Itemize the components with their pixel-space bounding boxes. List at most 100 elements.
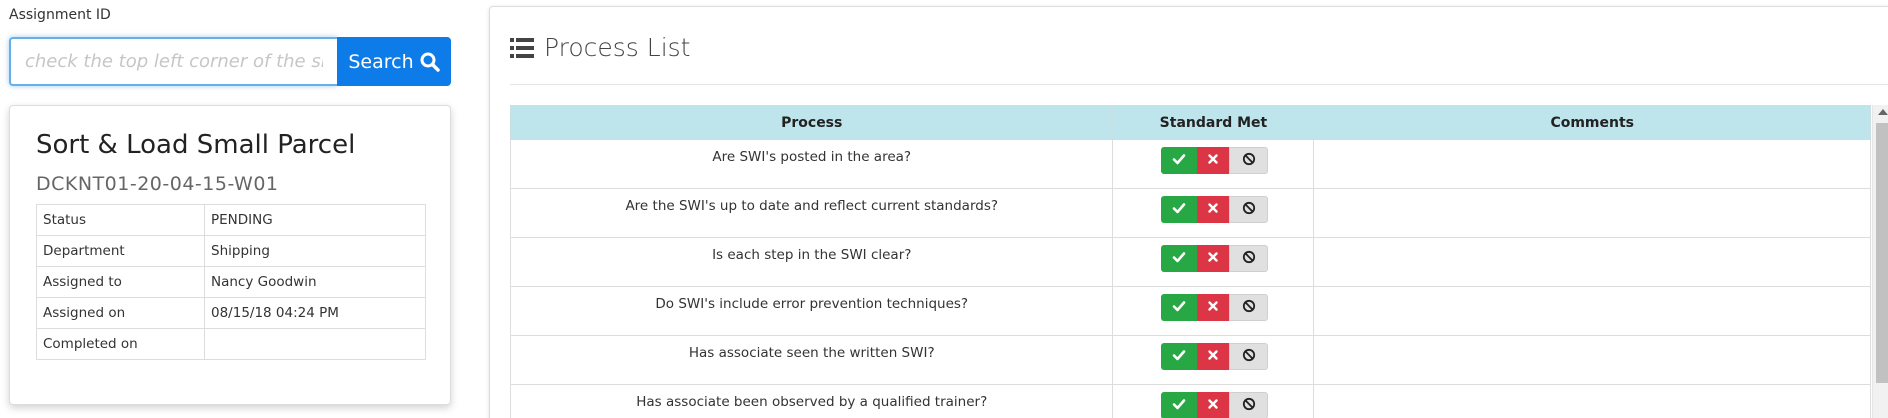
standard-met-cell xyxy=(1112,286,1315,336)
met-button[interactable] xyxy=(1161,343,1198,370)
details-row: Completed on xyxy=(36,328,426,360)
times-icon xyxy=(1206,348,1220,366)
details-row: Department Shipping xyxy=(36,235,426,267)
process-text: Is each step in the SWI clear? xyxy=(510,237,1114,287)
process-text: Are the SWI's up to date and reflect cur… xyxy=(510,188,1114,238)
scroll-up-arrow[interactable] xyxy=(1878,109,1888,115)
not-applicable-button[interactable] xyxy=(1229,392,1269,418)
standard-met-cell xyxy=(1112,384,1315,418)
comments-cell[interactable] xyxy=(1313,286,1871,336)
comments-cell[interactable] xyxy=(1313,237,1871,287)
standard-met-button-group xyxy=(1161,245,1269,272)
details-value: Shipping xyxy=(204,235,426,267)
details-row: Assigned to Nancy Goodwin xyxy=(36,266,426,298)
ban-icon xyxy=(1242,250,1256,268)
process-list-header: Process List xyxy=(510,33,690,62)
assignment-code: DCKNT01-20-04-15-W01 xyxy=(36,173,279,195)
ban-icon xyxy=(1242,201,1256,219)
assignment-search-group: Search xyxy=(9,37,451,86)
header-divider xyxy=(510,84,1888,85)
process-row: Has associate been observed by a qualifi… xyxy=(510,384,1871,418)
details-key: Assigned to xyxy=(36,266,205,298)
comments-cell[interactable] xyxy=(1313,335,1871,385)
check-icon xyxy=(1172,299,1186,317)
process-table: Process Standard Met Comments Are SWI's … xyxy=(510,105,1871,418)
process-row: Has associate seen the written SWI? xyxy=(510,335,1871,385)
standard-met-button-group xyxy=(1161,294,1269,321)
not-applicable-button[interactable] xyxy=(1229,245,1269,272)
search-button[interactable]: Search xyxy=(337,37,451,86)
details-value xyxy=(204,328,426,360)
not-applicable-button[interactable] xyxy=(1229,343,1269,370)
page: Assignment ID Search Sort & Load Small P… xyxy=(0,0,1888,418)
process-row: Are SWI's posted in the area? xyxy=(510,139,1871,189)
comments-cell[interactable] xyxy=(1313,384,1871,418)
ban-icon xyxy=(1242,152,1256,170)
times-icon xyxy=(1206,397,1220,415)
ban-icon xyxy=(1242,397,1256,415)
process-table-container: Process Standard Met Comments Are SWI's … xyxy=(510,105,1888,418)
standard-met-button-group xyxy=(1161,392,1269,418)
not-applicable-button[interactable] xyxy=(1229,294,1269,321)
process-text: Has associate seen the written SWI? xyxy=(510,335,1114,385)
not-applicable-button[interactable] xyxy=(1229,196,1269,223)
details-row: Status PENDING xyxy=(36,204,426,236)
standard-met-cell xyxy=(1112,188,1315,238)
standard-met-button-group xyxy=(1161,147,1269,174)
process-row: Do SWI's include error prevention techni… xyxy=(510,286,1871,336)
ban-icon xyxy=(1242,348,1256,366)
assignment-title: Sort & Load Small Parcel xyxy=(36,130,356,160)
details-key: Completed on xyxy=(36,328,205,360)
assignment-details-table: Status PENDING Department Shipping Assigned … xyxy=(36,204,426,360)
times-icon xyxy=(1206,250,1220,268)
not-met-button[interactable] xyxy=(1197,196,1230,223)
details-key: Department xyxy=(36,235,205,267)
check-icon xyxy=(1172,397,1186,415)
process-row: Are the SWI's up to date and reflect cur… xyxy=(510,188,1871,238)
not-met-button[interactable] xyxy=(1197,147,1230,174)
standard-met-cell xyxy=(1112,335,1315,385)
check-icon xyxy=(1172,348,1186,366)
details-value: PENDING xyxy=(204,204,426,236)
met-button[interactable] xyxy=(1161,392,1198,418)
process-row: Is each step in the SWI clear? xyxy=(510,237,1871,287)
process-text: Has associate been observed by a qualifi… xyxy=(510,384,1114,418)
comments-cell[interactable] xyxy=(1313,139,1871,189)
search-icon xyxy=(420,52,440,72)
process-list-panel: Process List Process Standard Met Commen… xyxy=(489,6,1888,418)
met-button[interactable] xyxy=(1161,294,1198,321)
not-met-button[interactable] xyxy=(1197,343,1230,370)
details-value: 08/15/18 04:24 PM xyxy=(204,297,426,329)
process-list-title: Process List xyxy=(544,33,691,62)
process-text: Are SWI's posted in the area? xyxy=(510,139,1114,189)
times-icon xyxy=(1206,152,1220,170)
details-row: Assigned on 08/15/18 04:24 PM xyxy=(36,297,426,329)
times-icon xyxy=(1206,201,1220,219)
comments-cell[interactable] xyxy=(1313,188,1871,238)
check-icon xyxy=(1172,250,1186,268)
not-applicable-button[interactable] xyxy=(1229,147,1269,174)
scrollbar-thumb[interactable] xyxy=(1876,123,1888,383)
standard-met-button-group xyxy=(1161,196,1269,223)
met-button[interactable] xyxy=(1161,196,1198,223)
process-text: Do SWI's include error prevention techni… xyxy=(510,286,1114,336)
met-button[interactable] xyxy=(1161,245,1198,272)
standard-met-button-group xyxy=(1161,343,1269,370)
assignment-id-input[interactable] xyxy=(9,37,337,86)
process-table-header-row: Process Standard Met Comments xyxy=(510,105,1871,140)
assignment-id-label: Assignment ID xyxy=(9,7,111,23)
not-met-button[interactable] xyxy=(1197,294,1230,321)
details-key: Assigned on xyxy=(36,297,205,329)
search-button-label: Search xyxy=(348,50,414,73)
not-met-button[interactable] xyxy=(1197,392,1230,418)
check-icon xyxy=(1172,201,1186,219)
list-icon xyxy=(510,37,534,58)
standard-met-cell xyxy=(1112,139,1315,189)
met-button[interactable] xyxy=(1161,147,1198,174)
check-icon xyxy=(1172,152,1186,170)
column-header-standard-met: Standard Met xyxy=(1112,105,1315,140)
vertical-scrollbar[interactable] xyxy=(1872,105,1888,418)
standard-met-cell xyxy=(1112,237,1315,287)
details-value: Nancy Goodwin xyxy=(204,266,426,298)
not-met-button[interactable] xyxy=(1197,245,1230,272)
